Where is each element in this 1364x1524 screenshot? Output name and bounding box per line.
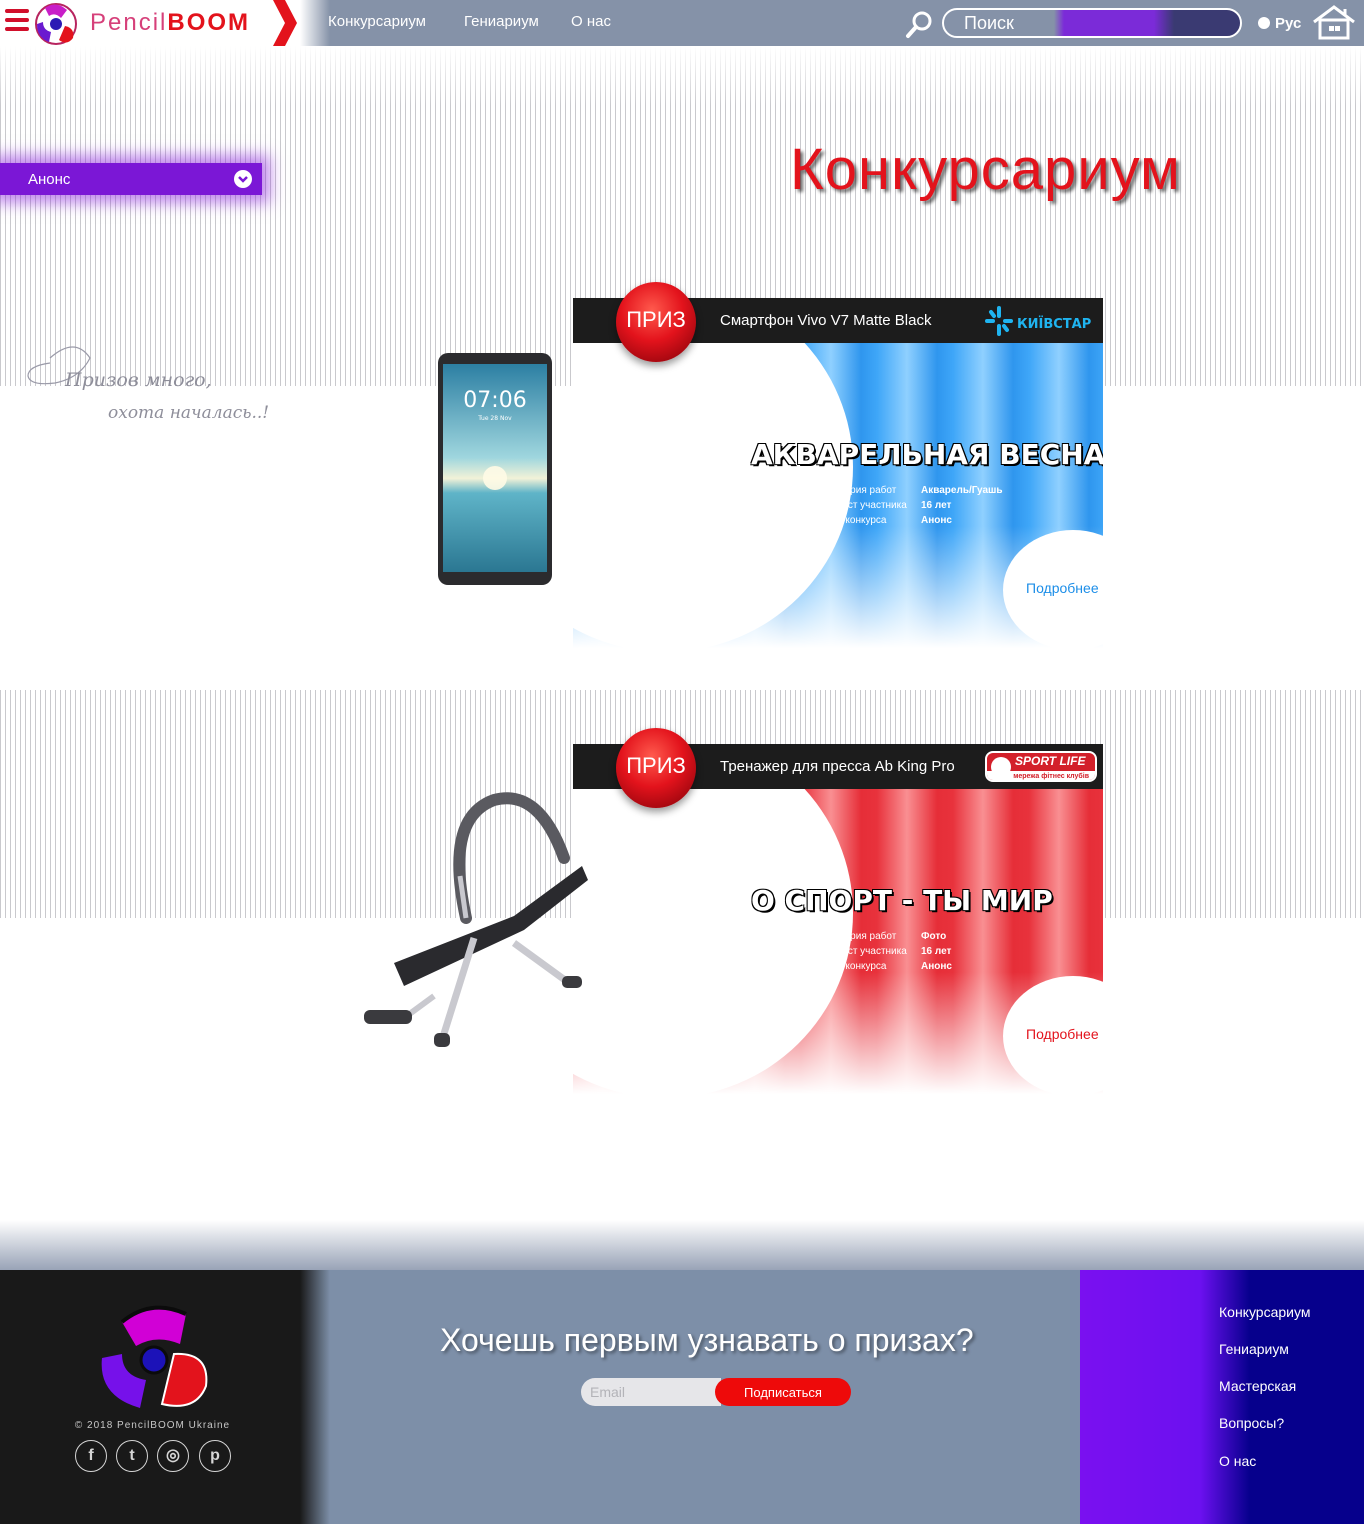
footer-link-about[interactable]: О нас <box>1219 1453 1256 1469</box>
partner-name: КИЇВСТАР <box>1017 316 1091 332</box>
language-select[interactable]: Рус <box>1258 15 1301 32</box>
home-icon[interactable] <box>1312 4 1356 40</box>
footer-links: Конкурсариум Гениариум Мастерская Вопрос… <box>1080 1270 1364 1524</box>
pinterest-icon[interactable]: p <box>199 1440 231 1472</box>
footer-fade <box>0 1220 1364 1270</box>
prize-title: Смартфон Vivo V7 Matte Black <box>720 312 932 329</box>
facebook-icon[interactable]: f <box>75 1440 107 1472</box>
footer-link-faq[interactable]: Вопросы? <box>1219 1415 1284 1431</box>
meta-stage-value: Анонс <box>921 961 952 972</box>
footer: © 2018 PencilBOOM Ukraine f t ◎ p Хочешь… <box>0 1220 1364 1524</box>
smartphone-image: 07:06 Tue 28 Nov <box>438 353 552 585</box>
footer-link-konkursarium[interactable]: Конкурсариум <box>1219 1304 1310 1320</box>
menu-burger-icon[interactable] <box>5 9 29 37</box>
contest-meta-values: Фото 16 лет Анонс <box>921 929 952 974</box>
contest-meta-labels: Категория работ Возраст участника Этап к… <box>820 929 907 974</box>
search-icon[interactable] <box>904 9 934 39</box>
header-fade <box>0 46 1364 106</box>
contest-label: Конкурс <box>752 862 815 881</box>
kyivstar-star-icon: КИЇВСТАР <box>985 306 1091 336</box>
footer-link-geniarium[interactable]: Гениариум <box>1219 1341 1289 1357</box>
meta-age-value: 16 лет <box>921 946 952 957</box>
page: { "brand": {"name_light": "Pencil", "nam… <box>0 0 1364 1524</box>
partner-name: SPORT LIFE <box>1015 754 1086 768</box>
partner-logo-sportlife: SPORT LIFE мережа фітнес клубів <box>985 751 1097 782</box>
twitter-icon[interactable]: t <box>116 1440 148 1472</box>
meta-age-value: 16 лет <box>921 500 952 511</box>
meta-category-label: Категория работ <box>820 931 897 942</box>
contest-label: Конкурс <box>752 416 815 435</box>
email-input[interactable] <box>581 1378 721 1406</box>
contest-card[interactable]: Тренажер для пресса Ab King Pro SPORT LI… <box>308 728 1104 1098</box>
language-label: Рус <box>1275 15 1302 32</box>
search-input[interactable] <box>944 10 1240 36</box>
chevron-down-icon <box>1258 17 1270 29</box>
footer-left: © 2018 PencilBOOM Ukraine f t ◎ p <box>0 1270 300 1524</box>
prize-badge: ПРИЗ <box>616 728 696 808</box>
phone-time: 07:06 <box>463 388 526 413</box>
contest-card[interactable]: Смартфон Vivo V7 Matte Black КИЇВСТАР Ко… <box>308 282 1104 652</box>
contest-meta-values: Акварель/Гуашь 16 лет Анонс <box>921 483 1003 528</box>
prize-badge-label: ПРИЗ <box>626 307 686 332</box>
meta-category-value: Фото <box>921 931 947 942</box>
meta-category-label: Категория работ <box>820 485 897 496</box>
more-link[interactable]: Подробнее <box>1026 1026 1099 1042</box>
logo-area[interactable]: PencilBOOM <box>0 0 285 46</box>
subscribe-button[interactable]: Подписаться <box>715 1378 851 1406</box>
slogan-line-1: Призов много, <box>64 369 212 391</box>
contest-meta-labels: Категория работ Возраст участника Этап к… <box>820 483 907 528</box>
copyright: © 2018 PencilBOOM Ukraine <box>74 1420 231 1431</box>
footer-logo-icon <box>101 1305 208 1408</box>
meta-stage-value: Анонс <box>921 515 952 526</box>
nav-link-about[interactable]: О нас <box>571 13 611 30</box>
nav-link-geniarium[interactable]: Гениариум <box>464 13 539 30</box>
footer-subscribe: Хочешь первым узнавать о призах? Подписа… <box>330 1270 1080 1524</box>
prize-badge-label: ПРИЗ <box>626 753 686 778</box>
ab-trainer-image <box>364 792 588 1047</box>
logo-arrow-icon <box>273 0 297 46</box>
phone-date: Tue 28 Nov <box>477 415 512 422</box>
meta-category-value: Акварель/Гуашь <box>921 485 1003 496</box>
brand-name: PencilBOOM <box>90 9 251 36</box>
slogan-line-2: охота началась..! <box>108 403 269 423</box>
contest-name[interactable]: АКВАРЕЛЬНАЯ ВЕСНА <box>751 438 1103 471</box>
meta-age-label: Возраст участника <box>820 946 907 957</box>
partner-logo-kyivstar: КИЇВСТАР <box>981 302 1101 340</box>
search-box <box>942 8 1242 38</box>
pencilboom-logo-icon <box>35 3 77 45</box>
subscribe-title: Хочешь первым узнавать о призах? <box>440 1322 974 1358</box>
contest-name[interactable]: О СПОРТ - ТЫ МИР <box>751 884 1053 917</box>
prize-badge: ПРИЗ <box>616 282 696 362</box>
slogan-script: Призов много, охота началась..! <box>27 346 269 423</box>
page-title: Конкурсариум <box>790 137 1181 202</box>
footer-blend <box>300 1270 330 1524</box>
top-navbar: PencilBOOM Конкурсариум Гениариум О нас … <box>0 0 1364 46</box>
footer-link-workshop[interactable]: Мастерская <box>1219 1378 1296 1394</box>
stage-filter-dropdown[interactable]: Анонс <box>0 163 262 195</box>
filter-label: Анонс <box>28 171 71 188</box>
nav-link-konkursarium[interactable]: Конкурсариум <box>328 13 426 30</box>
prize-title: Тренажер для пресса Ab King Pro <box>720 758 955 775</box>
meta-stage-label: Этап конкурса <box>820 961 887 972</box>
instagram-icon[interactable]: ◎ <box>157 1440 189 1472</box>
partner-subtitle: мережа фітнес клубів <box>987 771 1095 780</box>
meta-age-label: Возраст участника <box>820 500 907 511</box>
meta-stage-label: Этап конкурса <box>820 515 887 526</box>
chevron-down-icon <box>234 170 252 188</box>
more-link[interactable]: Подробнее <box>1026 580 1099 596</box>
